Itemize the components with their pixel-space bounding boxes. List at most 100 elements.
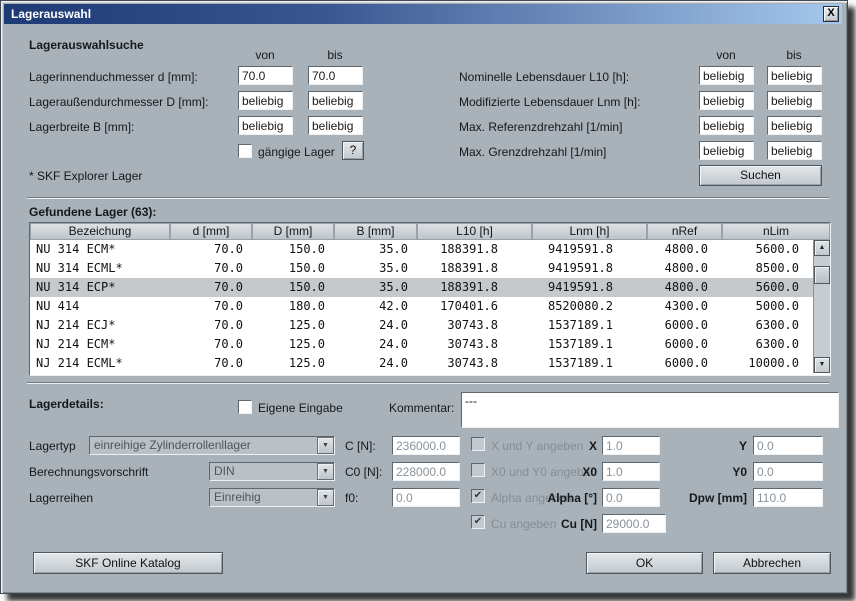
chevron-down-icon[interactable]: ▼ (317, 463, 334, 480)
table-row[interactable]: NJ 214 ECM* 70.0 125.0 24.0 30743.8 1537189.1… (30, 335, 813, 354)
cell-value: 70.0 (214, 299, 243, 313)
column-header-bezeichung[interactable]: Bezeichung (30, 223, 170, 240)
lagerreihen-dropdown[interactable]: Einreihig ▼ (209, 488, 335, 507)
suchen-button[interactable]: Suchen (699, 165, 822, 186)
label-aussendurchmesser: Lageraußendurchmesser D [mm]: (29, 95, 209, 109)
column-header-nLim[interactable]: nLim (722, 223, 830, 240)
referenzdrehzahl-bis-input[interactable] (767, 116, 822, 135)
c0-input[interactable] (392, 462, 460, 481)
aussendurchmesser-von-input[interactable] (238, 91, 293, 110)
y0-input[interactable] (753, 462, 823, 481)
cell-bezeichung: NU 314 ECP* (36, 280, 116, 294)
grenzdrehzahl-bis-input[interactable] (767, 141, 822, 160)
dpw-input[interactable] (753, 488, 823, 507)
eigene-eingabe-checkbox[interactable]: ✔ (238, 400, 252, 414)
cell-value: 150.0 (288, 242, 325, 256)
separator-bottom (27, 382, 829, 384)
xy-angeben-checkbox[interactable]: ✔ (471, 437, 485, 451)
cu-angeben-checkbox[interactable]: ✔ (471, 515, 485, 529)
scroll-down-icon[interactable]: ▼ (814, 357, 830, 373)
cell-value: 150.0 (288, 261, 325, 275)
kommentar-textarea[interactable]: --- (461, 392, 839, 428)
column-header-d[interactable]: d [mm] (170, 223, 252, 240)
cell-value: 125.0 (288, 318, 325, 332)
help-button[interactable]: ? (342, 141, 364, 160)
berechnungsvorschrift-value: DIN (214, 464, 235, 478)
x0-input[interactable] (602, 462, 660, 481)
aussendurchmesser-bis-input[interactable] (308, 91, 363, 110)
abbrechen-button[interactable]: Abbrechen (713, 552, 831, 574)
l10-von-input[interactable] (699, 66, 754, 85)
skf-online-katalog-button[interactable]: SKF Online Katalog (33, 552, 223, 574)
skf-explorer-note: * SKF Explorer Lager (29, 169, 143, 183)
table-row[interactable]: NU 314 ECP* 70.0 150.0 35.0 188391.8 9419591.… (30, 278, 813, 297)
gaengige-lager-checkbox[interactable]: ✔ (238, 144, 252, 158)
cell-bezeichung: NU 314 ECM* (36, 242, 116, 256)
results-table: Bezeichung d [mm] D [mm] B [mm] L10 [h] … (29, 222, 831, 376)
vertical-scrollbar[interactable]: ▲ ▼ (813, 240, 830, 373)
cell-value: 125.0 (288, 356, 325, 370)
cell-value: 4300.0 (664, 299, 708, 313)
lagerbreite-bis-input[interactable] (308, 116, 363, 135)
table-row[interactable]: NJ 214 ECJ* 70.0 125.0 24.0 30743.8 1537189.1… (30, 316, 813, 335)
alpha-angeben-checkbox[interactable]: ✔ (471, 489, 485, 503)
table-row[interactable]: NU 414 70.0 180.0 42.0 170401.6 8520080.2 4300… (30, 297, 813, 316)
referenzdrehzahl-von-input[interactable] (699, 116, 754, 135)
chevron-down-icon[interactable]: ▼ (317, 489, 334, 506)
cell-value: 8500.0 (755, 261, 799, 275)
x-input[interactable] (602, 436, 660, 455)
close-icon[interactable]: X (823, 6, 839, 22)
column-header-nRef[interactable]: nRef (647, 223, 722, 240)
details-heading: Lagerdetails: (29, 397, 104, 411)
column-header-D[interactable]: D [mm] (252, 223, 334, 240)
ok-button[interactable]: OK (586, 552, 703, 574)
alpha-input[interactable] (602, 488, 660, 507)
cell-value: 9419591.8 (547, 242, 613, 256)
grenzdrehzahl-von-input[interactable] (699, 141, 754, 160)
cell-bezeichung: NJ 214 ECM* (36, 337, 116, 351)
cell-value: 188391.8 (440, 242, 498, 256)
column-header-B[interactable]: B [mm] (334, 223, 417, 240)
y-input[interactable] (753, 436, 823, 455)
lagertyp-dropdown[interactable]: einreihige Zylinderrollenllager ▼ (89, 436, 335, 455)
column-header-L10[interactable]: L10 [h] (417, 223, 532, 240)
cell-value: 4800.0 (664, 280, 708, 294)
f0-input[interactable] (392, 488, 460, 507)
innendurchmesser-von-input[interactable] (238, 66, 293, 85)
results-heading: Gefundene Lager (63): (29, 205, 157, 219)
cell-value: 6300.0 (755, 337, 799, 351)
eigene-eingabe-label: Eigene Eingabe (258, 401, 343, 415)
von-column-label-left: von (255, 48, 275, 62)
column-header-Lnm[interactable]: Lnm [h] (532, 223, 647, 240)
dpw-label: Dpw [mm] (689, 491, 747, 505)
chevron-down-icon[interactable]: ▼ (317, 437, 334, 454)
results-table-header: Bezeichung d [mm] D [mm] B [mm] L10 [h] … (30, 223, 830, 240)
cell-value: 125.0 (288, 337, 325, 351)
lnm-von-input[interactable] (699, 91, 754, 110)
cell-bezeichung: NJ 214 ECML* (36, 356, 123, 370)
cell-value: 24.0 (379, 318, 408, 332)
l10-bis-input[interactable] (767, 66, 822, 85)
cell-value: 70.0 (214, 318, 243, 332)
table-row[interactable]: NU 314 ECML* 70.0 150.0 35.0 188391.8 9419591… (30, 259, 813, 278)
lnm-bis-input[interactable] (767, 91, 822, 110)
x0y0-angeben-checkbox[interactable]: ✔ (471, 463, 485, 477)
table-row[interactable]: NJ 214 ECML* 70.0 125.0 24.0 30743.8 1537189.… (30, 354, 813, 373)
c-input[interactable] (392, 436, 460, 455)
lagerauswahl-dialog: Lagerauswahl X Lagerauswahlsuche von bis… (0, 0, 848, 594)
cu-input[interactable] (602, 514, 666, 533)
cell-value: 42.0 (379, 299, 408, 313)
cu-label: Cu [N] (561, 517, 597, 531)
cell-bezeichung: NJ 214 ECJ* (36, 318, 116, 332)
scrollbar-thumb[interactable] (814, 266, 830, 284)
table-row[interactable]: NU 314 ECM* 70.0 150.0 35.0 188391.8 9419591.… (30, 240, 813, 259)
cell-value: 188391.8 (440, 280, 498, 294)
lagerbreite-von-input[interactable] (238, 116, 293, 135)
c0-label: C0 [N]: (345, 465, 383, 479)
scroll-up-icon[interactable]: ▲ (814, 240, 830, 256)
berechnungsvorschrift-dropdown[interactable]: DIN ▼ (209, 462, 335, 481)
titlebar[interactable]: Lagerauswahl X (4, 4, 842, 24)
x-label: X (588, 439, 597, 453)
innendurchmesser-bis-input[interactable] (308, 66, 363, 85)
search-section-heading: Lagerauswahlsuche (29, 38, 144, 52)
